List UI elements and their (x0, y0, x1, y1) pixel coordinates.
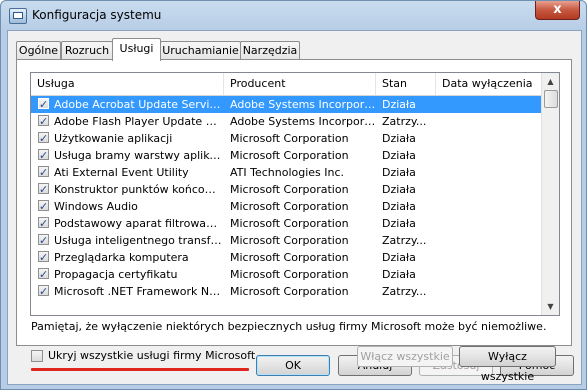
column-header-date-disabled[interactable]: Data wyłączenia (436, 73, 541, 95)
dialog-client-area: Ogólne Rozruch Usługi Uruchamianie Narzę… (7, 30, 582, 385)
service-checkbox[interactable] (38, 130, 49, 147)
service-row[interactable]: Konstruktor punktów końcowych... Microsof… (31, 181, 541, 198)
service-row[interactable]: Usługa bramy warstwy aplikacji Microsoft … (31, 147, 541, 164)
checkbox-box[interactable] (31, 350, 43, 362)
service-manufacturer: Microsoft Corporation (230, 200, 349, 213)
red-underline-annotation (31, 368, 249, 371)
service-status: Działa (382, 98, 416, 111)
service-manufacturer: Microsoft Corporation (230, 217, 349, 230)
tab-tools[interactable]: Narzędzia (240, 41, 300, 60)
service-name: Usługa bramy warstwy aplikacji (54, 149, 222, 162)
hide-microsoft-services-label[interactable]: Ukryj wszystkie usługi firmy Microsoft (48, 349, 255, 362)
service-name: Propagacja certyfikatu (54, 268, 178, 281)
tab-startup[interactable]: Uruchamianie (160, 41, 241, 60)
microsoft-services-note: Pamiętaj, że wyłączenie niektórych bezpi… (31, 320, 547, 333)
title-bar[interactable]: Konfiguracja systemu x (1, 1, 586, 31)
service-name: Użytkowanie aplikacji (54, 132, 173, 145)
service-status: Zatrzy... (382, 234, 427, 247)
service-checkbox[interactable] (38, 232, 49, 249)
service-manufacturer: Microsoft Corporation (230, 268, 349, 281)
window-title: Konfiguracja systemu (32, 8, 162, 22)
system-configuration-window: Konfiguracja systemu x Ogólne Rozruch Us… (0, 0, 587, 390)
service-checkbox[interactable] (38, 283, 49, 300)
service-name: Microsoft .NET Framework NGEN... (54, 285, 222, 298)
tab-services[interactable]: Usługi (112, 38, 161, 61)
close-button[interactable]: x (535, 1, 580, 20)
service-status: Działa (382, 183, 416, 196)
service-name: Konstruktor punktów końcowych... (54, 183, 222, 196)
enable-all-button[interactable]: Włącz wszystkie (357, 346, 453, 367)
service-name: Windows Audio (54, 200, 138, 213)
service-checkbox[interactable] (38, 249, 49, 266)
service-name: Usługa inteligentnego transferu ... (54, 234, 222, 247)
scroll-up-arrow-icon[interactable]: ▲ (542, 73, 559, 90)
service-row[interactable]: Ati External Event Utility ATI Technologi… (31, 164, 541, 181)
service-name: Przeglądarka komputera (54, 251, 189, 264)
service-manufacturer: Microsoft Corporation (230, 183, 349, 196)
service-row[interactable]: Adobe Flash Player Update Service Adobe S… (31, 113, 541, 130)
service-row[interactable]: Użytkowanie aplikacji Microsoft Corporati… (31, 130, 541, 147)
vertical-scrollbar[interactable]: ▲ ▼ (541, 73, 559, 315)
service-manufacturer: Microsoft Corporation (230, 285, 349, 298)
service-checkbox[interactable] (38, 198, 49, 215)
service-manufacturer: Adobe Systems Incorporated (230, 115, 376, 128)
service-checkbox[interactable] (38, 181, 49, 198)
service-status: Działa (382, 217, 416, 230)
service-status: Zatrzy... (382, 115, 427, 128)
column-header-status[interactable]: Stan (376, 73, 436, 95)
service-name: Adobe Acrobat Update Service (54, 98, 222, 111)
scroll-down-arrow-icon[interactable]: ▼ (542, 298, 559, 315)
service-status: Działa (382, 149, 416, 162)
column-header-manufacturer[interactable]: Producent (224, 73, 376, 95)
services-panel: Usługa Producent Stan Data wyłączenia Ad… (16, 59, 572, 383)
service-status: Działa (382, 132, 416, 145)
scroll-thumb[interactable] (544, 90, 558, 108)
service-checkbox[interactable] (38, 113, 49, 130)
services-list[interactable]: Usługa Producent Stan Data wyłączenia Ad… (30, 72, 560, 316)
service-checkbox[interactable] (38, 96, 49, 113)
service-row[interactable]: Przeglądarka komputera Microsoft Corporat… (31, 249, 541, 266)
service-row[interactable]: Usługa inteligentnego transferu ... Micro… (31, 232, 541, 249)
ok-button[interactable]: OK (256, 355, 330, 376)
service-checkbox[interactable] (38, 147, 49, 164)
service-name: Ati External Event Utility (54, 166, 189, 179)
service-status: Działa (382, 251, 416, 264)
tab-boot[interactable]: Rozruch (61, 41, 113, 60)
service-name: Podstawowy aparat filtrowania (54, 217, 222, 230)
service-manufacturer: Microsoft Corporation (230, 234, 349, 247)
service-status: Działa (382, 166, 416, 179)
service-checkbox[interactable] (38, 266, 49, 283)
service-manufacturer: ATI Technologies Inc. (230, 166, 345, 179)
service-status: Działa (382, 200, 416, 213)
service-row[interactable]: Microsoft .NET Framework NGEN... Microsof… (31, 283, 541, 300)
service-row[interactable]: Adobe Acrobat Update Service Adobe System… (31, 96, 541, 113)
service-manufacturer: Microsoft Corporation (230, 251, 349, 264)
service-status: Zatrzy... (382, 285, 427, 298)
service-checkbox[interactable] (38, 215, 49, 232)
service-row[interactable]: Windows Audio Microsoft Corporation Działa (31, 198, 541, 215)
service-manufacturer: Microsoft Corporation (230, 132, 349, 145)
service-checkbox[interactable] (38, 164, 49, 181)
disable-all-button[interactable]: Wyłącz wszystkie (459, 346, 556, 383)
service-rows: Adobe Acrobat Update Service Adobe System… (31, 96, 541, 300)
service-row[interactable]: Propagacja certyfikatu Microsoft Corporat… (31, 266, 541, 283)
service-status: Działa (382, 268, 416, 281)
list-header: Usługa Producent Stan Data wyłączenia (31, 73, 541, 96)
service-manufacturer: Microsoft Corporation (230, 149, 349, 162)
msconfig-icon (9, 8, 27, 24)
service-name: Adobe Flash Player Update Service (54, 115, 222, 128)
service-manufacturer: Adobe Systems Incorporated (230, 98, 376, 111)
column-header-service[interactable]: Usługa (31, 73, 224, 95)
service-row[interactable]: Podstawowy aparat filtrowania Microsoft C… (31, 215, 541, 232)
tab-general[interactable]: Ogólne (16, 41, 61, 60)
